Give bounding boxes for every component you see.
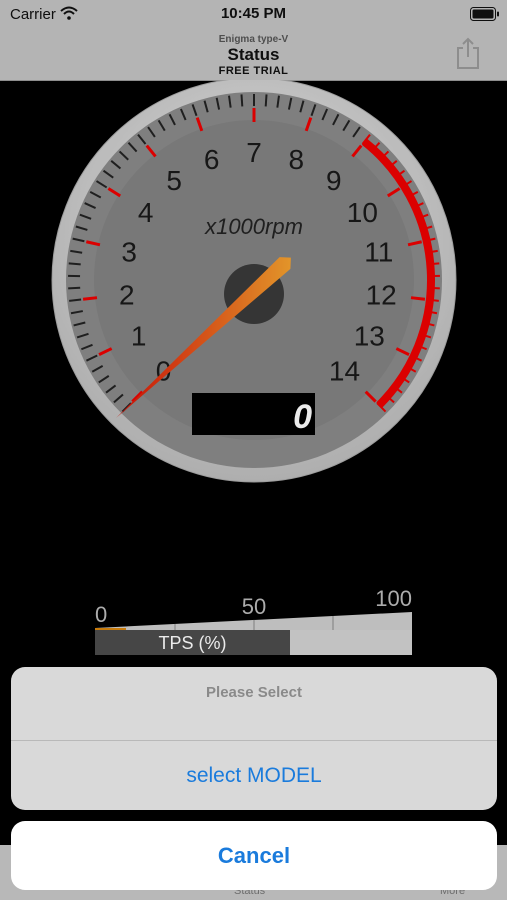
cancel-button[interactable]: Cancel (11, 821, 497, 890)
action-sheet: Please Select select MODEL (11, 667, 497, 810)
select-model-button[interactable]: select MODEL (11, 741, 497, 810)
action-sheet-title: Please Select (206, 684, 302, 701)
